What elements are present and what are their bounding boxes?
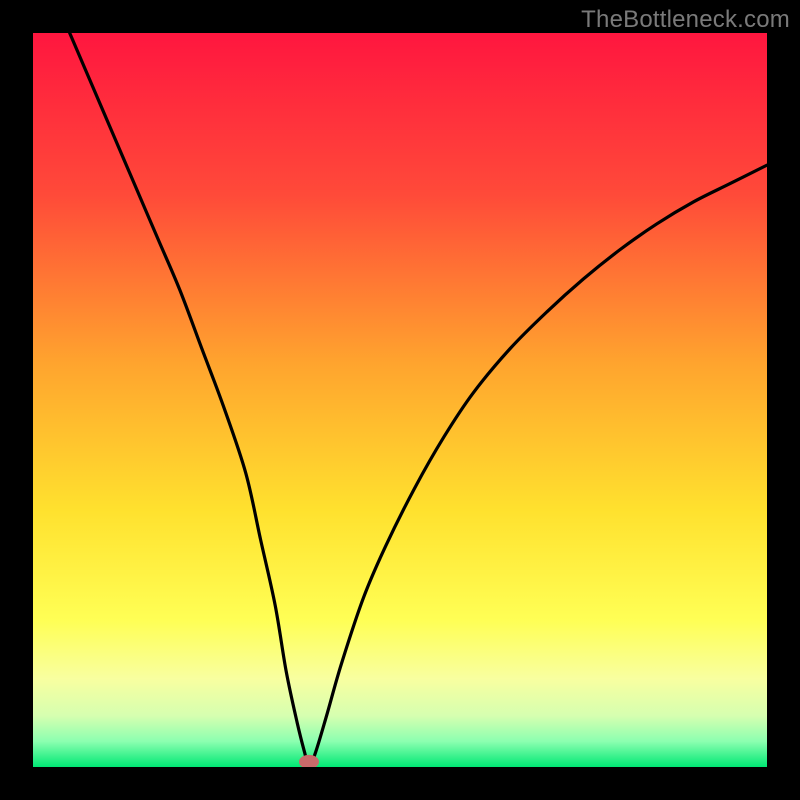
watermark-text: TheBottleneck.com [581,6,790,34]
chart-frame [33,33,767,767]
bottleneck-chart [33,33,767,767]
chart-background [33,33,767,767]
